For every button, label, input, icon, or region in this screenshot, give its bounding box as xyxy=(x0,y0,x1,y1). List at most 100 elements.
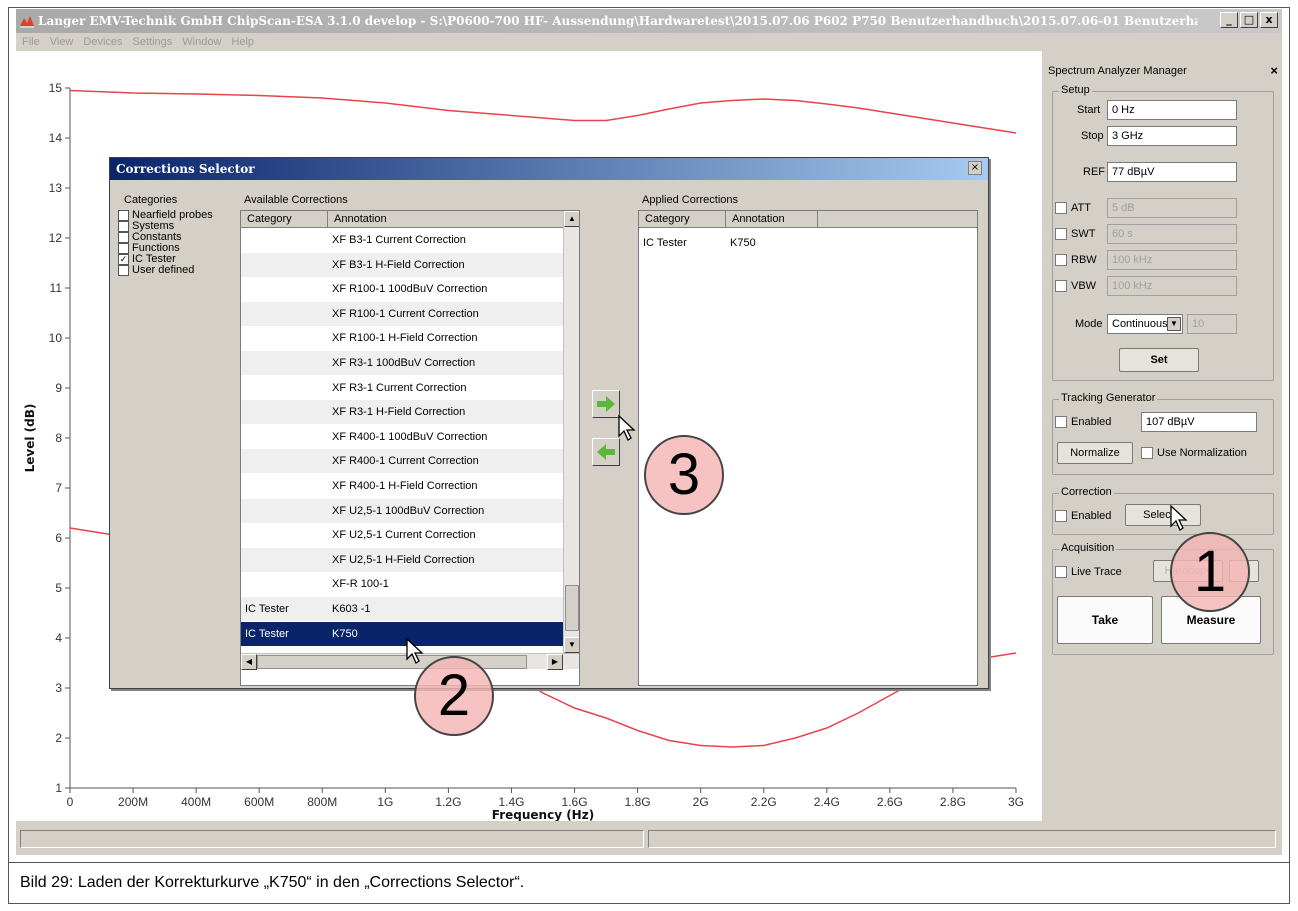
correction-enabled-checkbox[interactable] xyxy=(1055,510,1067,522)
tracking-generator-group: Tracking Generator Enabled 107 dBµV Norm… xyxy=(1052,392,1274,475)
menu-view[interactable]: View xyxy=(50,33,74,51)
swt-checkbox[interactable] xyxy=(1055,228,1067,240)
checkbox-checked[interactable]: ✓ xyxy=(118,254,129,265)
applied-row[interactable]: IC Tester K750 xyxy=(639,231,961,255)
start-field[interactable]: 0 Hz xyxy=(1107,100,1237,120)
swt-field[interactable]: 60 s xyxy=(1107,224,1237,244)
row-annotation: XF U2,5-1 H-Field Correction xyxy=(332,553,475,566)
available-row[interactable]: XF U2,5-1 100dBuV Correction xyxy=(241,498,563,523)
minimize-button[interactable]: _ xyxy=(1220,12,1238,28)
column-annotation[interactable]: Annotation xyxy=(726,211,818,228)
att-label: ATT xyxy=(1071,202,1091,214)
available-row[interactable]: XF B3-1 Current Correction xyxy=(241,228,563,252)
scroll-up-icon[interactable]: ▲ xyxy=(564,211,579,227)
available-row-selected[interactable]: IC Tester K750 xyxy=(241,621,563,646)
normalize-button[interactable]: Normalize xyxy=(1057,442,1133,464)
dialog-title: Corrections Selector xyxy=(110,158,988,180)
use-normalization-checkbox[interactable] xyxy=(1141,447,1153,459)
available-row[interactable]: XF R3-1 Current Correction xyxy=(241,376,563,400)
available-row[interactable]: XF R400-1 Current Correction xyxy=(241,449,563,474)
maximize-button[interactable]: □ xyxy=(1240,12,1258,28)
scroll-down-icon[interactable]: ▼ xyxy=(564,637,579,653)
checkbox[interactable] xyxy=(118,221,129,232)
x-tick-label: 3G xyxy=(1008,795,1024,809)
vbw-field[interactable]: 100 kHz xyxy=(1107,276,1237,296)
vbw-checkbox[interactable] xyxy=(1055,280,1067,292)
scroll-left-icon[interactable]: ◀ xyxy=(241,654,257,670)
close-button[interactable]: x xyxy=(1260,12,1278,28)
available-row[interactable]: XF R3-1 H-Field Correction xyxy=(241,400,563,425)
row-annotation: XF B3-1 Current Correction xyxy=(332,234,466,246)
vertical-scrollbar[interactable]: ▲ ▼ xyxy=(563,211,579,653)
chevron-down-icon[interactable]: ▼ xyxy=(1167,317,1181,331)
rbw-checkbox[interactable] xyxy=(1055,254,1067,266)
available-row[interactable]: XF R400-1 H-Field Correction xyxy=(241,474,563,498)
mode-select[interactable]: Continuous ▼ xyxy=(1107,314,1183,334)
menu-help[interactable]: Help xyxy=(231,33,254,51)
mouse-cursor-icon xyxy=(1170,504,1188,531)
category-user-defined[interactable]: User defined xyxy=(118,265,213,276)
live-trace-checkbox[interactable] xyxy=(1055,566,1067,578)
remove-correction-button[interactable] xyxy=(592,438,620,466)
rbw-field[interactable]: 100 kHz xyxy=(1107,250,1237,270)
dialog-close-icon[interactable]: × xyxy=(968,161,982,175)
att-checkbox[interactable] xyxy=(1055,202,1067,214)
ref-field[interactable]: 77 dBµV xyxy=(1107,162,1237,182)
y-tick-label: 15 xyxy=(49,81,63,95)
tracking-generator-label: Tracking Generator xyxy=(1059,392,1158,404)
x-tick-label: 400M xyxy=(181,795,211,809)
arrow-right-icon xyxy=(597,396,615,412)
available-row[interactable]: XF U2,5-1 Current Correction xyxy=(241,523,563,547)
tg-enabled-checkbox[interactable] xyxy=(1055,416,1067,428)
column-annotation[interactable]: Annotation xyxy=(328,211,564,228)
acquisition-label: Acquisition xyxy=(1059,542,1117,554)
column-category[interactable]: Category xyxy=(639,211,726,228)
tg-enabled-label: Enabled xyxy=(1071,416,1112,428)
available-row[interactable]: XF-R 100-1 xyxy=(241,572,563,596)
checkbox[interactable] xyxy=(118,265,129,276)
mode-count-field[interactable]: 10 xyxy=(1187,314,1237,334)
series-line-1 xyxy=(69,89,1017,134)
x-tick-label: 600M xyxy=(244,795,274,809)
scroll-thumb[interactable] xyxy=(565,585,579,631)
x-tick-label: 200M xyxy=(118,795,148,809)
vbw-label: VBW xyxy=(1071,280,1097,292)
x-tick-label: 1.6G xyxy=(562,795,588,809)
x-tick-label: 0 xyxy=(67,795,74,809)
row-category: IC Tester xyxy=(245,603,289,615)
tg-level-field[interactable]: 107 dBµV xyxy=(1141,412,1257,432)
available-row[interactable]: XF R400-1 100dBuV Correction xyxy=(241,425,563,449)
available-row[interactable]: XF R100-1 100dBuV Correction xyxy=(241,277,563,301)
available-row[interactable]: XF B3-1 H-Field Correction xyxy=(241,252,563,277)
available-corrections-list[interactable]: Category Annotation XF B3-1 Current Corr… xyxy=(240,210,580,686)
menu-window[interactable]: Window xyxy=(182,33,221,51)
y-axis-label: Level (dB) xyxy=(23,404,37,473)
x-tick-label: 2G xyxy=(693,795,709,809)
x-tick-label: 1.4G xyxy=(498,795,524,809)
checkbox[interactable] xyxy=(118,243,129,254)
scroll-right-icon[interactable]: ▶ xyxy=(547,654,563,670)
checkbox[interactable] xyxy=(118,210,129,221)
start-label: Start xyxy=(1077,104,1101,116)
add-correction-button[interactable] xyxy=(592,390,620,418)
menu-settings[interactable]: Settings xyxy=(133,33,173,51)
available-row[interactable]: XF R3-1 100dBuV Correction xyxy=(241,351,563,375)
set-button[interactable]: Set xyxy=(1119,348,1199,372)
manager-close-icon[interactable]: × xyxy=(1270,63,1278,79)
available-row[interactable]: XF R100-1 H-Field Correction xyxy=(241,326,563,350)
column-category[interactable]: Category xyxy=(241,211,328,228)
available-row[interactable]: XF U2,5-1 H-Field Correction xyxy=(241,547,563,572)
y-tick-label: 7 xyxy=(55,481,62,495)
available-row[interactable]: IC Tester K603 -1 xyxy=(241,597,563,621)
take-button[interactable]: Take xyxy=(1057,596,1153,644)
menu-devices[interactable]: Devices xyxy=(83,33,122,51)
menu-file[interactable]: File xyxy=(22,33,40,51)
att-field[interactable]: 5 dB xyxy=(1107,198,1237,218)
stop-field[interactable]: 3 GHz xyxy=(1107,126,1237,146)
row-annotation: XF R400-1 100dBuV Correction xyxy=(332,430,488,443)
select-corrections-button[interactable]: Select... xyxy=(1125,504,1201,526)
status-panel-left xyxy=(20,830,644,848)
checkbox[interactable] xyxy=(118,232,129,243)
available-row[interactable]: XF R100-1 Current Correction xyxy=(241,301,563,326)
hscroll-thumb[interactable] xyxy=(257,655,527,669)
